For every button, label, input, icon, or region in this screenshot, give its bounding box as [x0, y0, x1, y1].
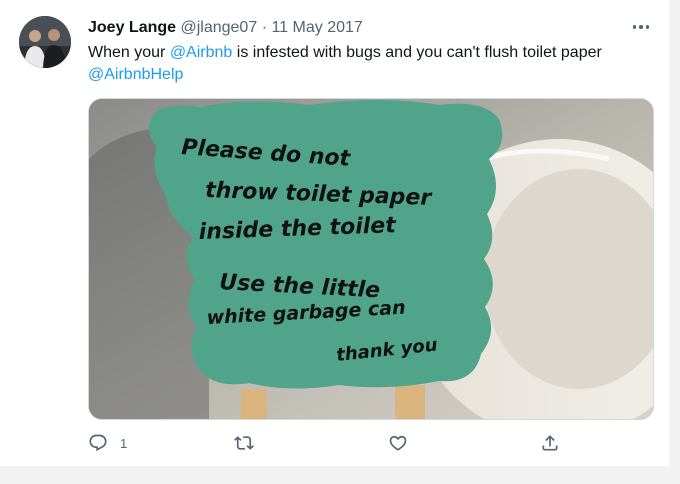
reply-button[interactable]: 1 — [88, 430, 127, 456]
retweet-button[interactable] — [234, 430, 254, 456]
share-icon — [542, 435, 558, 451]
share-button[interactable] — [540, 430, 560, 456]
tweet-card: Joey Lange @jlange07 · 11 May 2017 When … — [0, 0, 670, 467]
separator-dot: · — [261, 19, 268, 36]
reply-icon — [89, 434, 107, 452]
tweet-date[interactable]: 11 May 2017 — [271, 19, 362, 36]
like-button[interactable] — [388, 430, 408, 456]
tweet-actions: 1 — [0, 430, 669, 456]
mention-airbnb[interactable]: @Airbnb — [170, 44, 233, 61]
author-handle[interactable]: @jlange07 — [180, 19, 257, 36]
author-name[interactable]: Joey Lange — [88, 19, 176, 36]
heart-icon — [389, 435, 407, 451]
tweet-text: When your @Airbnb is infested with bugs … — [88, 42, 648, 86]
mention-airbnbhelp[interactable]: @AirbnbHelp — [88, 66, 183, 83]
tweet-text-prefix: When your — [88, 44, 170, 61]
avatar[interactable] — [19, 16, 71, 68]
retweet-icon — [234, 436, 254, 450]
tweet-text-middle: is infested with bugs and you can't flus… — [232, 44, 602, 61]
tweet-header: Joey Lange @jlange07 · 11 May 2017 — [88, 19, 363, 37]
tweet-photo[interactable]: Please do not throw toilet paper inside … — [88, 98, 654, 420]
reply-count: 1 — [120, 435, 128, 451]
more-options-icon[interactable] — [628, 18, 654, 36]
